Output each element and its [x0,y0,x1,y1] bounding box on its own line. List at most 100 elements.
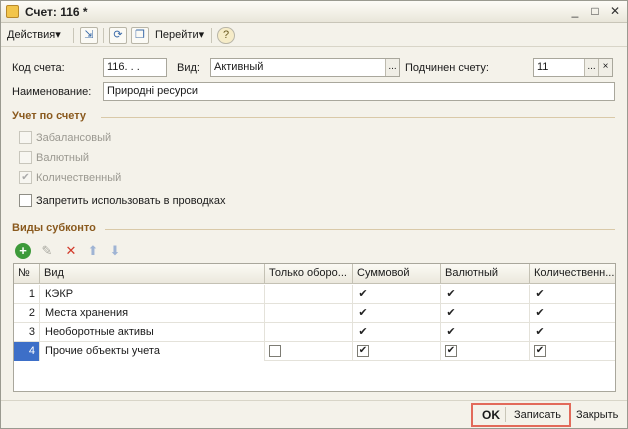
check-icon: ✔ [535,307,545,319]
move-up-icon[interactable]: ⬆ [85,243,101,259]
toolbar-separator [103,28,104,43]
quantity-label: Количественный [36,172,122,184]
row-vid[interactable]: Необоротные активы [40,323,265,342]
parent-clear-button[interactable]: × [598,59,612,76]
row-vid[interactable]: Места хранения [40,304,265,323]
row-number: 3 [14,323,40,342]
check-icon: ✔ [535,326,545,338]
row-turnover-cell[interactable] [265,342,353,361]
off-balance-checkbox[interactable] [19,131,32,144]
row-number: 2 [14,304,40,323]
row-turnover-cell[interactable] [265,323,353,342]
edit-icon[interactable]: ✎ [39,243,55,259]
goto-menu[interactable]: Перейти▾ [155,27,204,44]
table-row[interactable]: 1 КЭКР ✔ ✔ ✔ [14,285,615,304]
kind-field[interactable]: Активный ... [210,58,400,77]
refresh-icon[interactable]: ⟳ [109,27,127,44]
turnover-only-checkbox[interactable] [269,345,281,357]
check-icon: ✔ [446,307,456,319]
parent-value: 11 [537,61,549,73]
chevron-down-icon: ▾ [55,29,61,41]
account-window: Счет: 116 * _ □ ✕ Действия▾ ⇲ ⟳ ❐ Перейт… [0,0,628,429]
subconto-table: № Вид Только оборо... Суммовой Валютный … [13,263,616,392]
footer-bar: OK Записать Закрыть [1,400,627,428]
section-divider [105,229,615,230]
toolbar-separator [73,28,74,43]
row-turnover-cell[interactable] [265,304,353,323]
check-icon: ✔ [358,326,368,338]
quantity-checkbox[interactable]: ✔ [19,171,32,184]
footer-separator [505,407,506,422]
row-currency-cell[interactable]: ✔ [441,342,530,361]
row-sum-cell[interactable]: ✔ [353,304,441,323]
table-header: № Вид Только оборо... Суммовой Валютный … [14,264,615,284]
forbid-postings-label: Запретить использовать в проводках [36,195,226,207]
toolbar: Действия▾ ⇲ ⟳ ❐ Перейти▾ ? [1,24,627,47]
copy-icon[interactable]: ❐ [131,27,149,44]
column-header-currency[interactable]: Валютный [441,264,530,284]
maximize-button[interactable]: □ [587,4,603,19]
add-icon[interactable]: + [15,243,31,259]
name-label: Наименование: [12,86,92,98]
row-vid[interactable]: Прочие объекты учета [40,342,265,361]
save-and-close-icon[interactable]: ⇲ [80,27,98,44]
table-row[interactable]: 3 Необоротные активы ✔ ✔ ✔ [14,323,615,342]
currency-label: Валютный [36,152,90,164]
column-header-turnover[interactable]: Только оборо... [265,264,353,284]
row-quantity-cell[interactable]: ✔ [530,323,615,342]
row-sum-cell[interactable]: ✔ [353,342,441,361]
account-icon [6,5,19,18]
row-quantity-cell[interactable]: ✔ [530,304,615,323]
row-number: 1 [14,285,40,304]
currency-checkbox[interactable] [19,151,32,164]
row-sum-cell[interactable]: ✔ [353,285,441,304]
chevron-down-icon: ▾ [198,29,205,41]
forbid-postings-checkbox[interactable] [19,194,32,207]
kind-value: Активный [214,61,264,73]
toolbar-separator [211,28,212,43]
window-title: Счет: 116 * [25,5,88,19]
goto-label: Перейти [155,29,199,41]
quantity-checkbox[interactable]: ✔ [534,345,546,357]
row-currency-cell[interactable]: ✔ [441,323,530,342]
sum-checkbox[interactable]: ✔ [357,345,369,357]
row-sum-cell[interactable]: ✔ [353,323,441,342]
currency-checkbox[interactable]: ✔ [445,345,457,357]
delete-icon[interactable]: ✕ [63,243,79,259]
row-currency-cell[interactable]: ✔ [441,285,530,304]
actions-menu[interactable]: Действия▾ [7,27,61,44]
code-field[interactable]: 116. . . [103,58,167,77]
check-icon: ✔ [446,326,456,338]
column-header-vid[interactable]: Вид [40,264,265,284]
parent-field[interactable]: 11 ... × [533,58,613,77]
actions-label: Действия [7,29,56,41]
row-number: 4 [14,342,40,361]
close-button[interactable]: Закрыть [576,407,618,423]
check-icon: ✔ [446,288,456,300]
table-row[interactable]: 2 Места хранения ✔ ✔ ✔ [14,304,615,323]
subconto-section-title: Виды субконто [12,222,96,234]
close-window-button[interactable]: ✕ [607,4,623,19]
move-down-icon[interactable]: ⬇ [107,243,123,259]
row-quantity-cell[interactable]: ✔ [530,285,615,304]
ok-button[interactable]: OK [482,407,500,423]
check-icon: ✔ [535,288,545,300]
name-field[interactable]: Природні ресурси [103,82,615,101]
minimize-button[interactable]: _ [567,4,583,19]
column-header-num[interactable]: № [14,264,40,284]
column-header-sum[interactable]: Суммовой [353,264,441,284]
parent-select-button[interactable]: ... [584,59,598,76]
check-icon: ✔ [358,307,368,319]
kind-label: Вид: [177,62,200,74]
row-quantity-cell[interactable]: ✔ [530,342,615,361]
section-divider [101,117,615,118]
save-button[interactable]: Записать [514,407,561,423]
check-icon: ✔ [358,288,368,300]
row-currency-cell[interactable]: ✔ [441,304,530,323]
column-header-quantity[interactable]: Количественн... [530,264,615,284]
help-icon[interactable]: ? [217,27,235,44]
table-row-selected[interactable]: 4 Прочие объекты учета ✔ ✔ ✔ [14,342,615,361]
row-turnover-cell[interactable] [265,285,353,304]
row-vid[interactable]: КЭКР [40,285,265,304]
kind-select-button[interactable]: ... [385,59,399,76]
